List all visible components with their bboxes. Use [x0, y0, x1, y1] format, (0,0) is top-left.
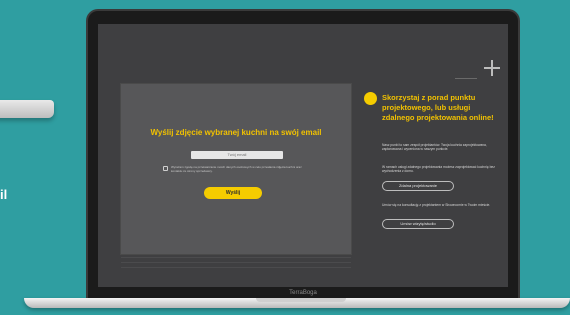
form-title: Wyślij zdjęcie wybranej kuchni na swój e…: [150, 128, 322, 137]
edge-caption: il: [0, 187, 8, 202]
screen-footer-rows: [121, 257, 351, 272]
promo-paragraph: Nasz punkt to sam zespół projektantów. T…: [382, 143, 487, 152]
showroom-button[interactable]: Umów wizytę/studio: [382, 219, 454, 229]
remote-design-button[interactable]: Zdalna projektowanie: [382, 181, 454, 191]
footer-row: [121, 267, 351, 272]
menu-line: [455, 78, 477, 79]
laptop-notch: [256, 298, 346, 302]
consent-checkbox[interactable]: [163, 166, 168, 171]
promo-paragraph: Umów się na konsultację z projektantem w…: [382, 203, 491, 207]
promo-paragraph: W ramach usługi zdalnego projektowania m…: [382, 165, 495, 174]
accent-dot-icon: [364, 92, 377, 105]
email-field[interactable]: [191, 151, 283, 159]
consent-label: Wyrażam zgodę na przetwarzanie moich dan…: [171, 165, 302, 173]
email-form-panel: Wyślij zdjęcie wybranej kuchni na swój e…: [121, 84, 351, 254]
promo-title: Skorzystaj z porad punktu projektowego, …: [382, 93, 494, 122]
consent-row: Wyrażam zgodę na przetwarzanie moich dan…: [163, 165, 313, 177]
plus-icon[interactable]: [484, 60, 500, 76]
send-button[interactable]: Wyślij: [204, 187, 262, 199]
peripheral-device: [0, 100, 54, 118]
